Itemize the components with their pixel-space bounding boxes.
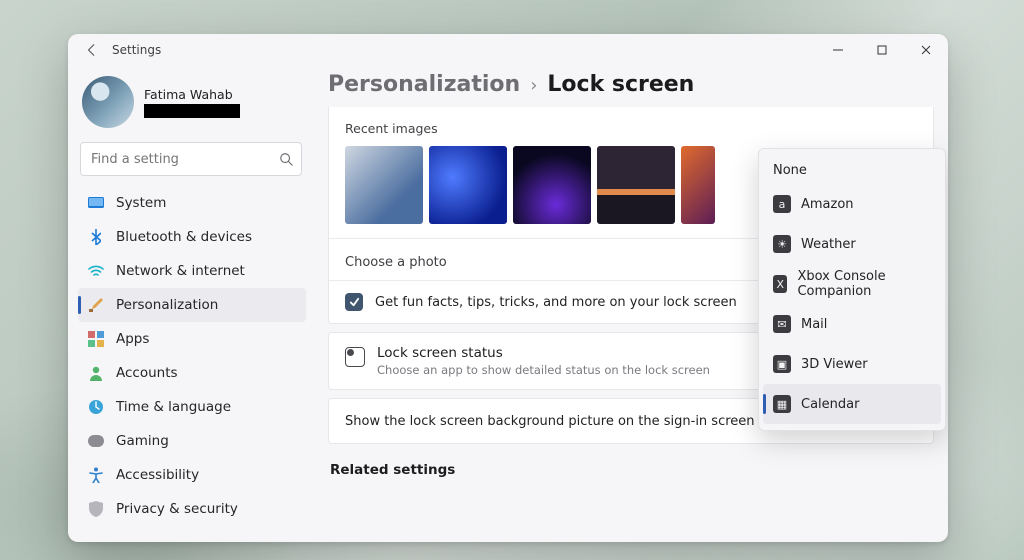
- sidebar-item-system[interactable]: System: [78, 186, 306, 220]
- signin-picture-label: Show the lock screen background picture …: [345, 414, 755, 429]
- flyout-item-calendar[interactable]: ▦ Calendar: [763, 384, 941, 424]
- sidebar-item-label: Network & internet: [116, 263, 245, 279]
- profile-email-redacted: [144, 104, 240, 118]
- recent-image-thumb[interactable]: [429, 146, 507, 224]
- breadcrumb-current: Lock screen: [547, 72, 694, 97]
- flyout-item-3dviewer[interactable]: ▣ 3D Viewer: [763, 344, 941, 384]
- flyout-item-xbox[interactable]: X Xbox Console Companion: [763, 264, 941, 304]
- check-icon: [349, 297, 360, 308]
- minimize-button[interactable]: [816, 34, 860, 66]
- search-box[interactable]: [80, 142, 302, 176]
- minimize-icon: [833, 45, 843, 55]
- globe-clock-icon: [88, 399, 104, 415]
- maximize-icon: [877, 45, 887, 55]
- close-button[interactable]: [904, 34, 948, 66]
- accessibility-icon: [88, 467, 104, 483]
- related-settings-header: Related settings: [328, 452, 934, 478]
- mail-app-icon: ✉: [773, 315, 791, 333]
- flyout-item-none[interactable]: None: [763, 155, 941, 184]
- sidebar-item-label: Privacy & security: [116, 501, 238, 517]
- sidebar-item-label: Gaming: [116, 433, 169, 449]
- avatar: [82, 76, 134, 128]
- status-app-icon: [345, 347, 365, 367]
- sidebar-item-apps[interactable]: Apps: [78, 322, 306, 356]
- person-icon: [88, 365, 104, 381]
- status-title: Lock screen status: [377, 345, 710, 361]
- flyout-item-label: Mail: [801, 317, 827, 332]
- breadcrumb: Personalization › Lock screen: [328, 66, 934, 109]
- system-icon: [88, 195, 104, 211]
- search-input[interactable]: [91, 152, 279, 167]
- sidebar-item-label: System: [116, 195, 166, 211]
- xbox-app-icon: X: [773, 275, 787, 293]
- recent-image-thumb[interactable]: [513, 146, 591, 224]
- sidebar-item-label: Apps: [116, 331, 149, 347]
- fun-facts-label: Get fun facts, tips, tricks, and more on…: [375, 295, 737, 310]
- sidebar-item-network[interactable]: Network & internet: [78, 254, 306, 288]
- recent-images-label: Recent images: [329, 107, 933, 140]
- gaming-icon: [88, 433, 104, 449]
- flyout-item-label: Calendar: [801, 397, 859, 412]
- main-pane: Personalization › Lock screen Recent ima…: [312, 66, 948, 542]
- shield-icon: [88, 501, 104, 517]
- calendar-app-icon: ▦: [773, 395, 791, 413]
- search-icon: [279, 152, 293, 166]
- status-app-flyout: None a Amazon ☀ Weather X Xbox Console C…: [758, 148, 946, 431]
- close-icon: [921, 45, 931, 55]
- sidebar-item-label: Bluetooth & devices: [116, 229, 252, 245]
- sidebar-nav: System Bluetooth & devices Network & int…: [78, 186, 306, 526]
- bluetooth-icon: [88, 229, 104, 245]
- flyout-item-label: Weather: [801, 237, 856, 252]
- sidebar-item-accessibility[interactable]: Accessibility: [78, 458, 306, 492]
- sidebar-item-personalization[interactable]: Personalization: [78, 288, 306, 322]
- sidebar-item-label: Accounts: [116, 365, 178, 381]
- sidebar-item-privacy[interactable]: Privacy & security: [78, 492, 306, 526]
- window-title: Settings: [112, 43, 161, 57]
- sidebar-item-label: Time & language: [116, 399, 231, 415]
- flyout-item-amazon[interactable]: a Amazon: [763, 184, 941, 224]
- recent-image-thumb[interactable]: [681, 146, 715, 224]
- sidebar-item-label: Accessibility: [116, 467, 199, 483]
- arrow-left-icon: [85, 43, 99, 57]
- flyout-item-label: Amazon: [801, 197, 854, 212]
- flyout-item-label: Xbox Console Companion: [797, 269, 931, 299]
- back-button[interactable]: [78, 36, 106, 64]
- flyout-item-mail[interactable]: ✉ Mail: [763, 304, 941, 344]
- profile-block[interactable]: Fatima Wahab: [78, 68, 306, 138]
- flyout-item-weather[interactable]: ☀ Weather: [763, 224, 941, 264]
- sidebar: Fatima Wahab System Bluetooth & devices: [68, 66, 312, 542]
- sidebar-item-accounts[interactable]: Accounts: [78, 356, 306, 390]
- fun-facts-checkbox[interactable]: [345, 293, 363, 311]
- status-subtitle: Choose an app to show detailed status on…: [377, 363, 710, 377]
- paintbrush-icon: [88, 297, 104, 313]
- sidebar-item-time-language[interactable]: Time & language: [78, 390, 306, 424]
- settings-window: Settings Fatima Wahab: [68, 34, 948, 542]
- recent-image-thumb[interactable]: [345, 146, 423, 224]
- amazon-app-icon: a: [773, 195, 791, 213]
- maximize-button[interactable]: [860, 34, 904, 66]
- window-controls: [816, 34, 948, 66]
- sidebar-item-label: Personalization: [116, 297, 218, 313]
- apps-icon: [88, 331, 104, 347]
- profile-name: Fatima Wahab: [144, 87, 240, 102]
- recent-image-thumb[interactable]: [597, 146, 675, 224]
- wifi-icon: [88, 263, 104, 279]
- breadcrumb-parent[interactable]: Personalization: [328, 72, 520, 97]
- sidebar-item-gaming[interactable]: Gaming: [78, 424, 306, 458]
- 3dviewer-app-icon: ▣: [773, 355, 791, 373]
- flyout-item-label: 3D Viewer: [801, 357, 868, 372]
- sidebar-item-bluetooth[interactable]: Bluetooth & devices: [78, 220, 306, 254]
- profile-text: Fatima Wahab: [144, 87, 240, 118]
- weather-app-icon: ☀: [773, 235, 791, 253]
- titlebar: Settings: [68, 34, 948, 66]
- chevron-right-icon: ›: [530, 75, 537, 96]
